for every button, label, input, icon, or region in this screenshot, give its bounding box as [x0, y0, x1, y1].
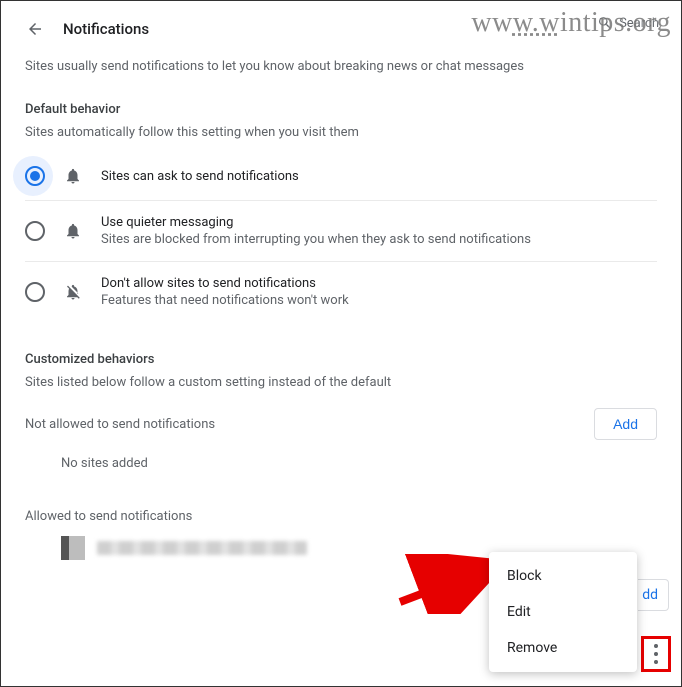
menu-block[interactable]: Block: [489, 558, 637, 594]
default-behavior-subtitle: Sites automatically follow this setting …: [25, 125, 657, 140]
add-not-allowed-button[interactable]: Add: [594, 408, 657, 440]
menu-edit[interactable]: Edit: [489, 594, 637, 630]
option-block-label: Don't allow sites to send notifications: [101, 276, 349, 291]
option-block-desc: Features that need notifications won't w…: [101, 293, 349, 308]
option-quieter-desc: Sites are blocked from interrupting you …: [101, 232, 531, 247]
add-allowed-button-fragment[interactable]: dd: [638, 579, 669, 611]
page-title: Notifications: [63, 20, 149, 38]
menu-remove[interactable]: Remove: [489, 630, 637, 666]
option-ask[interactable]: Sites can ask to send notifications: [25, 152, 657, 201]
not-allowed-title: Not allowed to send notifications: [25, 417, 215, 432]
intro-text: Sites usually send notifications to let …: [25, 59, 657, 74]
option-quieter[interactable]: Use quieter messaging Sites are blocked …: [25, 201, 657, 262]
bell-off-icon: [63, 283, 83, 301]
bell-icon: [63, 222, 83, 240]
radio-ask[interactable]: [25, 166, 45, 186]
site-more-actions-button[interactable]: [641, 636, 671, 672]
not-allowed-empty: No sites added: [25, 440, 657, 483]
site-url-blurred: [97, 541, 307, 555]
customized-subtitle: Sites listed below follow a custom setti…: [25, 375, 657, 390]
back-button[interactable]: [25, 19, 45, 39]
site-favicon: [61, 536, 85, 560]
radio-quieter[interactable]: [25, 221, 45, 241]
search-input[interactable]: Search: [597, 15, 659, 31]
option-ask-label: Sites can ask to send notifications: [101, 169, 299, 184]
radio-block[interactable]: [25, 282, 45, 302]
bell-icon: [63, 167, 83, 185]
allowed-title: Allowed to send notifications: [25, 509, 192, 524]
site-context-menu: Block Edit Remove: [489, 552, 637, 672]
default-behavior-title: Default behavior: [25, 102, 657, 117]
option-quieter-label: Use quieter messaging: [101, 215, 531, 230]
customized-title: Customized behaviors: [25, 352, 657, 367]
search-placeholder: Search: [619, 16, 659, 31]
option-block[interactable]: Don't allow sites to send notifications …: [25, 262, 657, 322]
